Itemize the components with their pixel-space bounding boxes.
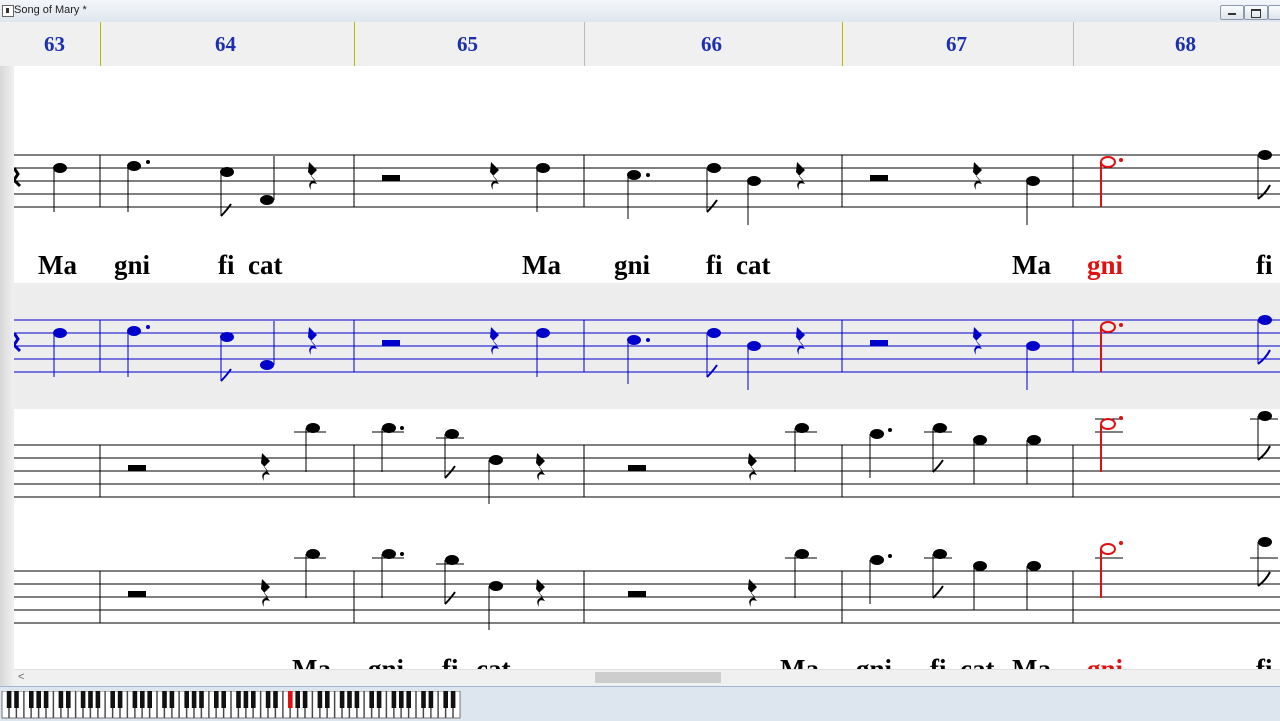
black-key[interactable]	[162, 691, 167, 708]
lyric-syllable: cat	[248, 250, 282, 280]
ruler-divider	[354, 22, 355, 66]
black-key[interactable]	[243, 691, 249, 708]
staff-2[interactable]	[14, 319, 1280, 390]
black-key[interactable]	[147, 691, 152, 708]
measure-number[interactable]: 63	[44, 32, 65, 57]
black-key[interactable]	[43, 691, 49, 708]
black-key[interactable]	[428, 691, 434, 708]
lyric-syllable: cat	[736, 250, 770, 280]
black-key[interactable]	[295, 691, 300, 708]
black-key[interactable]	[58, 691, 64, 708]
minimize-button[interactable]	[1220, 5, 1244, 20]
lyric-syllable: Ma	[38, 250, 77, 280]
pressed-black-key[interactable]	[288, 691, 293, 708]
black-key[interactable]	[421, 691, 426, 708]
lyric-syllable: gni	[114, 250, 151, 280]
black-key[interactable]	[391, 691, 397, 708]
horizontal-scrollbar[interactable]: <	[14, 669, 1280, 686]
lyric-syllable: fi	[706, 250, 723, 280]
black-key[interactable]	[117, 691, 123, 708]
black-key[interactable]	[251, 691, 256, 708]
black-key[interactable]	[325, 691, 330, 708]
app-icon	[2, 5, 14, 17]
black-key[interactable]	[236, 691, 241, 708]
scroll-left-arrow-icon[interactable]: <	[18, 671, 24, 683]
black-key[interactable]	[302, 691, 308, 708]
window-title: Song of Mary *	[14, 4, 87, 16]
score-canvas[interactable]: Ma gni fi cat Ma gni fi cat Ma gni fi	[0, 0, 1280, 720]
maximize-button[interactable]	[1244, 5, 1268, 20]
black-key[interactable]	[140, 691, 145, 708]
piano-keyboard[interactable]	[0, 691, 1280, 719]
ruler-divider	[1073, 22, 1074, 66]
black-key[interactable]	[347, 691, 352, 708]
staff-4-playhead-note	[1100, 541, 1123, 598]
lyric-syllable-current: gni	[1087, 250, 1124, 280]
black-key[interactable]	[214, 691, 219, 708]
measure-number[interactable]: 65	[457, 32, 478, 57]
black-key[interactable]	[376, 691, 382, 708]
left-margin-strip	[0, 22, 14, 687]
black-key[interactable]	[399, 691, 404, 708]
ruler-divider	[842, 22, 843, 66]
staff-3[interactable]	[14, 416, 1280, 504]
black-key[interactable]	[450, 691, 456, 708]
black-key[interactable]	[66, 691, 71, 708]
lyric-syllable: fi	[218, 250, 235, 280]
staff-1-notes	[14, 150, 1272, 217]
black-key[interactable]	[221, 691, 226, 708]
black-key[interactable]	[354, 691, 360, 708]
staff-1[interactable]	[14, 154, 1280, 225]
black-key[interactable]	[132, 691, 138, 708]
black-key[interactable]	[369, 691, 374, 708]
selected-staff-highlight	[14, 283, 1280, 409]
title-bar: Song of Mary *	[0, 0, 1280, 23]
scrollbar-thumb[interactable]	[595, 672, 721, 683]
black-key[interactable]	[88, 691, 93, 708]
black-key[interactable]	[317, 691, 323, 708]
ruler-corner	[0, 22, 14, 66]
staff-4[interactable]	[14, 542, 1280, 630]
staff-4-notes	[128, 537, 1272, 607]
black-key[interactable]	[14, 691, 19, 708]
measure-number[interactable]: 68	[1175, 32, 1196, 57]
lyrics-line-1: Ma gni fi cat Ma gni fi cat Ma gni fi	[38, 250, 1273, 280]
black-key[interactable]	[406, 691, 411, 708]
ruler-divider	[584, 22, 585, 66]
measure-number[interactable]: 66	[701, 32, 722, 57]
black-key[interactable]	[265, 691, 271, 708]
black-key[interactable]	[6, 691, 12, 708]
black-key[interactable]	[191, 691, 197, 708]
black-key[interactable]	[29, 691, 34, 708]
black-key[interactable]	[199, 691, 204, 708]
staff-3-notes	[128, 411, 1272, 481]
lyric-syllable: fi	[1256, 250, 1273, 280]
staff-1-playhead-note	[1100, 156, 1123, 207]
ruler-divider	[100, 22, 101, 66]
measure-number[interactable]: 64	[215, 32, 236, 57]
black-key[interactable]	[80, 691, 86, 708]
black-key[interactable]	[443, 691, 448, 708]
piano-keyboard-bar	[0, 686, 1280, 721]
close-button[interactable]	[1268, 5, 1280, 20]
black-key[interactable]	[110, 691, 115, 708]
staff-2-notes	[14, 315, 1272, 382]
lyric-syllable: Ma	[522, 250, 561, 280]
lyric-syllable: gni	[614, 250, 651, 280]
black-key[interactable]	[184, 691, 189, 708]
black-key[interactable]	[36, 691, 41, 708]
staff-3-playhead-note	[1100, 416, 1123, 472]
measure-number[interactable]: 67	[946, 32, 967, 57]
staff-2-playhead-note	[1100, 321, 1123, 372]
measure-ruler: 63 64 65 66 67 68	[0, 22, 1280, 66]
black-key[interactable]	[169, 691, 175, 708]
black-key[interactable]	[95, 691, 101, 708]
lyric-syllable: Ma	[1012, 250, 1051, 280]
black-key[interactable]	[339, 691, 345, 708]
black-key[interactable]	[273, 691, 278, 708]
